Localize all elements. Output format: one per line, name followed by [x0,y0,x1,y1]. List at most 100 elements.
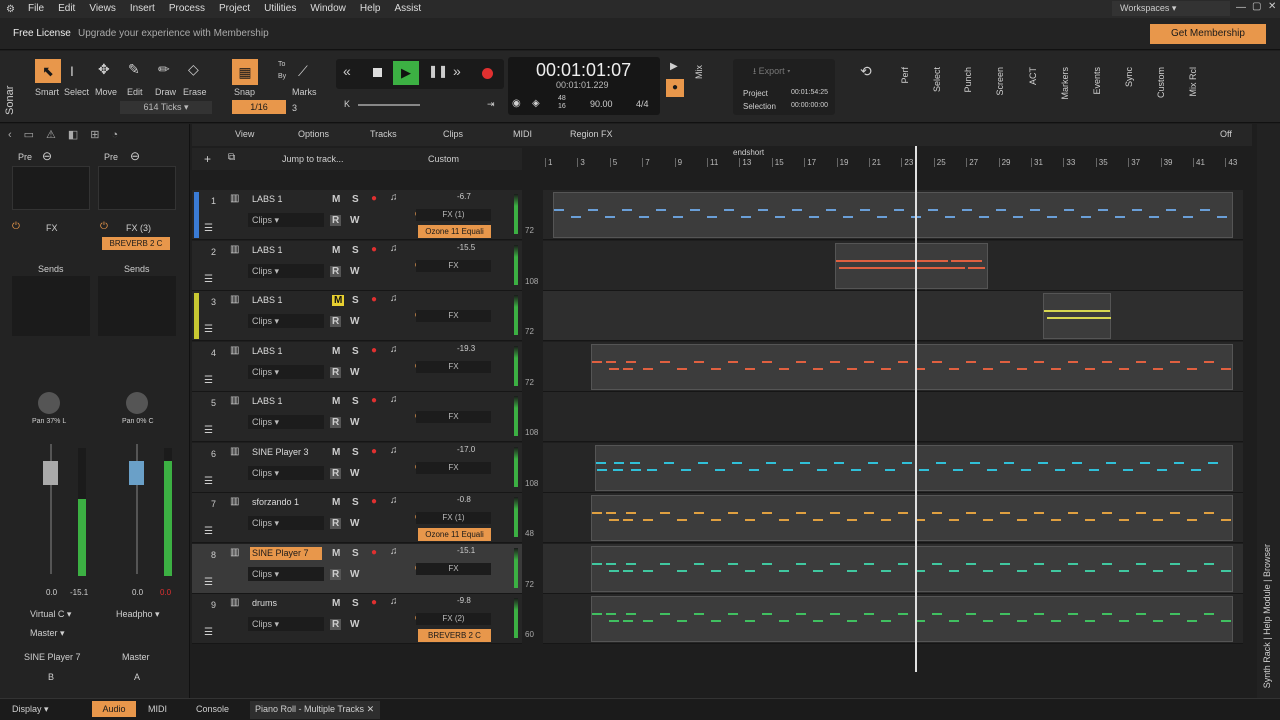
fx-bin[interactable]: FX [416,411,491,423]
strip1-gain-knob-icon[interactable]: ⊖ [42,149,52,163]
mute-button[interactable]: M [332,396,340,407]
stop-button[interactable] [373,68,382,77]
arm-record-icon[interactable]: ● [371,395,377,406]
strip2-input-dropdown[interactable]: Headpho ▾ [100,608,176,621]
solo-button[interactable]: S [352,447,359,458]
midi-clip[interactable] [591,495,1233,541]
erase-tool-icon[interactable]: ◇ [188,61,199,78]
audio-tab[interactable]: Audio [92,701,136,717]
pause-button[interactable]: ❚❚ [428,64,448,78]
input-echo-icon[interactable]: ♫ [390,394,398,405]
menu-assist[interactable]: Assist [387,0,428,18]
strip1-fader[interactable] [43,461,58,485]
strip1-fx[interactable]: FX [46,223,58,233]
strip1-eq-display[interactable] [12,166,90,210]
solo-button[interactable]: S [352,396,359,407]
track-volume[interactable]: -17.0 [457,445,475,454]
draw-tool-icon[interactable]: ✏ [158,61,170,78]
track-volume[interactable]: -6.7 [457,192,471,201]
strip2-pan-knob[interactable] [126,392,148,414]
read-automation-button[interactable]: R [330,265,342,277]
input-echo-icon[interactable]: ♫ [390,596,398,607]
input-echo-icon[interactable]: ♫ [390,495,398,506]
record-mode-button[interactable]: ● [666,79,684,97]
arm-record-icon[interactable]: ● [371,597,377,608]
track-menu-icon[interactable]: ☰ [204,627,213,638]
fx-bin[interactable]: FX [416,562,491,575]
write-automation-button[interactable]: W [350,619,359,630]
mute-button[interactable]: M [332,548,340,559]
arm-record-icon[interactable]: ● [371,345,377,356]
loop-icon[interactable]: ⟲ [860,63,872,80]
solo-button[interactable]: S [352,346,359,357]
read-automation-button[interactable]: R [330,518,342,529]
strip2-fx-power-icon[interactable]: ⏻ [100,221,108,232]
track-menu-icon[interactable]: ☰ [204,526,213,537]
write-automation-button[interactable]: W [350,266,359,277]
view-menu-tracks[interactable]: Tracks [370,129,397,139]
track-menu-icon[interactable]: ☰ [204,223,213,234]
export-button[interactable]: ⭳ Export ▾ [753,64,791,80]
arm-record-icon[interactable]: ● [371,496,377,507]
view-menu-midi[interactable]: MIDI [513,129,532,139]
read-automation-button[interactable]: R [330,417,342,428]
fx-bin[interactable]: FX [416,310,491,322]
track-name[interactable]: SINE Player 7 [250,546,322,560]
track-name[interactable]: drums [250,597,322,610]
strip2-eq-display[interactable] [98,166,176,210]
mute-button[interactable]: M [332,194,340,205]
fx-bin[interactable]: FX (1) [416,512,491,524]
input-echo-icon[interactable]: ♫ [390,243,398,254]
view-menu-clips[interactable]: Clips [443,129,463,139]
tempo-value[interactable]: 90.00 [590,99,613,109]
arm-record-icon[interactable]: ● [371,446,377,457]
strip2-plugin[interactable]: BREVERB 2 C [102,237,170,250]
solo-button[interactable]: S [352,497,359,508]
track-name[interactable]: sforzando 1 [250,496,322,509]
strip1-fx-power-icon[interactable]: ⏻ [12,221,20,232]
time-display[interactable]: 00:01:01:07 00:01:01.229 ◉ ◈ 48 16 90.00… [508,57,660,115]
track-name[interactable]: SINE Player 3 [250,446,322,459]
read-automation-button[interactable]: R [330,215,342,226]
track-type-icon[interactable]: ▥ [230,294,239,305]
export-selection-label[interactable]: Selection [743,102,776,111]
timeline-ruler[interactable]: endshort 1 3 5 7 9 11 13 15 17 19 21 23 25 27 29 31 33 35… [543,146,1243,186]
input-echo-icon[interactable]: ♫ [390,344,398,355]
select-tool-icon[interactable]: I [70,63,74,79]
menu-project[interactable]: Project [212,0,257,18]
meter-value[interactable]: 4/4 [636,99,649,109]
mix-label[interactable]: Mix [694,65,704,79]
solo-button[interactable]: S [352,245,359,256]
strip2-gain-knob-icon[interactable]: ⊖ [130,149,140,163]
write-automation-button[interactable]: W [350,417,359,428]
arm-record-icon[interactable]: ● [371,294,377,305]
marks-icon[interactable]: ⟋ [298,63,308,80]
module-mix-recall[interactable]: Mix Rcl [1188,67,1198,97]
playhead[interactable] [915,146,917,672]
module-punch[interactable]: Punch [963,67,973,93]
input-echo-icon[interactable]: ♫ [390,293,398,304]
clip-lane[interactable]: 72 [525,291,1243,341]
input-echo-icon[interactable]: ♫ [390,192,398,203]
module-markers[interactable]: Markers [1060,67,1070,100]
clips-dropdown[interactable]: Clips ▾ [248,465,324,480]
menu-process[interactable]: Process [162,0,212,18]
track-menu-icon[interactable]: ☰ [204,375,213,386]
menu-insert[interactable]: Insert [123,0,162,18]
solo-button[interactable]: S [352,194,359,205]
solo-button[interactable]: S [352,598,359,609]
track-volume[interactable]: -15.1 [457,546,475,555]
midi-clip[interactable] [591,596,1233,642]
clip-lane[interactable]: 72 [525,543,1243,594]
track-type-icon[interactable]: ▥ [230,193,239,204]
track-volume[interactable]: -15.5 [457,243,475,252]
get-membership-button[interactable]: Get Membership [1150,24,1266,44]
mute-button[interactable]: M [332,245,340,256]
module-act[interactable]: ACT [1028,67,1038,85]
track-name[interactable]: LABS 1 [250,193,322,206]
view-off-toggle[interactable]: Off [1220,129,1232,139]
midi-clip[interactable] [1043,293,1111,339]
strip1-pan-knob[interactable] [38,392,60,414]
console-tab[interactable]: Console [196,704,229,714]
write-automation-button[interactable]: W [350,215,359,226]
